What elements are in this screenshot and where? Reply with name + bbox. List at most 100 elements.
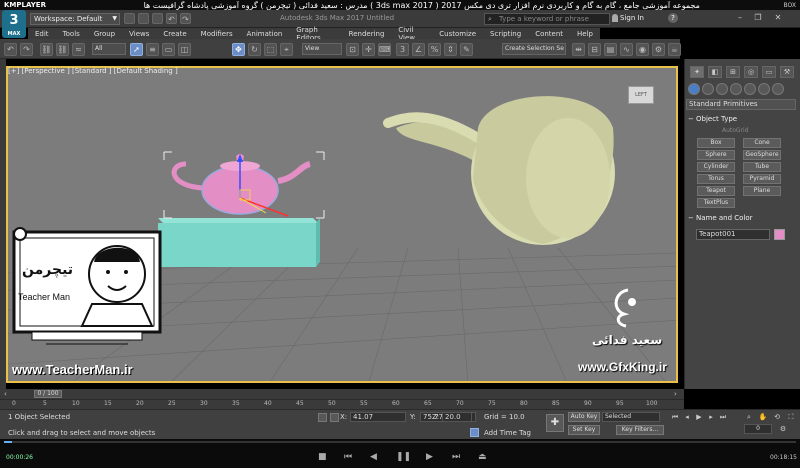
move-icon[interactable]: ✥ (232, 43, 245, 56)
pyramid-button[interactable]: Pyramid (743, 174, 781, 184)
menu-animation[interactable]: Animation (240, 30, 290, 38)
teapot-large[interactable] (383, 96, 615, 245)
redo-icon[interactable]: ↷ (180, 13, 191, 24)
track-bar[interactable] (0, 399, 684, 409)
x-coordinate-field[interactable]: 41.07 (350, 412, 406, 422)
align-icon[interactable]: ⊟ (588, 43, 601, 56)
cylinder-button[interactable]: Cylinder (697, 162, 735, 172)
selection-region-icon[interactable]: ▭ (162, 43, 175, 56)
auto-key-button[interactable]: Auto Key (568, 412, 600, 422)
redo-icon[interactable]: ↷ (20, 43, 33, 56)
pivot-icon[interactable]: ⊡ (346, 43, 359, 56)
layer-explorer-icon[interactable]: ▤ (604, 43, 617, 56)
time-tag-icon[interactable] (470, 428, 479, 437)
menu-views[interactable]: Views (122, 30, 156, 38)
sphere-button[interactable]: Sphere (697, 150, 735, 160)
menu-edit[interactable]: Edit (28, 30, 56, 38)
player-prev-icon[interactable]: ⏮ (344, 452, 352, 462)
object-color-swatch[interactable] (774, 229, 785, 240)
menu-tools[interactable]: Tools (56, 30, 87, 38)
name-color-rollout[interactable]: − Name and Color (688, 213, 796, 223)
menu-content[interactable]: Content (528, 30, 570, 38)
search-input[interactable]: ⌕ Type a keyword or phrase (484, 13, 610, 25)
display-tab-icon[interactable]: ▭ (762, 66, 776, 78)
geosphere-button[interactable]: GeoSphere (743, 150, 781, 160)
space-warps-icon[interactable] (758, 83, 770, 95)
workspace-dropdown[interactable]: Workspace: Default ▼ (30, 13, 120, 25)
unlink-icon[interactable]: ⛓ (56, 43, 69, 56)
keyboard-shortcut-icon[interactable]: ⌨ (378, 43, 391, 56)
player-stop-icon[interactable]: ■ (318, 452, 327, 462)
menu-create[interactable]: Create (156, 30, 193, 38)
set-key-button[interactable]: Set Key (568, 425, 600, 435)
hierarchy-tab-icon[interactable]: ⊞ (726, 66, 740, 78)
player-forward-icon[interactable]: ▶ (426, 452, 433, 462)
spinner-snap-icon[interactable]: ⇕ (444, 43, 457, 56)
box-object[interactable] (158, 218, 320, 267)
box-button[interactable]: Box (697, 138, 735, 148)
curve-editor-icon[interactable]: ∿ (620, 43, 633, 56)
undo-icon[interactable]: ↶ (4, 43, 17, 56)
teapot-selected[interactable] (171, 154, 311, 215)
menu-modifiers[interactable]: Modifiers (194, 30, 240, 38)
utilities-tab-icon[interactable]: ⚒ (780, 66, 794, 78)
key-selection-dropdown[interactable]: Selected (602, 412, 660, 422)
render-icon[interactable]: ☕ (668, 43, 681, 56)
go-to-end-icon[interactable]: ⏭ (718, 412, 728, 422)
open-file-icon[interactable] (138, 13, 149, 24)
save-file-icon[interactable] (152, 13, 163, 24)
menu-group[interactable]: Group (87, 30, 122, 38)
object-type-rollout[interactable]: − Object Type (688, 114, 796, 124)
menu-scripting[interactable]: Scripting (483, 30, 528, 38)
sign-in-link[interactable]: Sign In (620, 14, 644, 22)
menu-rendering[interactable]: Rendering (342, 30, 392, 38)
player-eject-icon[interactable]: ⏏ (478, 452, 487, 462)
maximize-viewport-icon[interactable]: ⛶ (786, 412, 796, 422)
reference-coordinate-dropdown[interactable]: View (302, 43, 342, 55)
render-setup-icon[interactable]: ⚙ (652, 43, 665, 56)
menu-customize[interactable]: Customize (432, 30, 483, 38)
viewcube[interactable]: LEFT (628, 86, 654, 104)
selection-filter-dropdown[interactable]: All (92, 43, 126, 55)
systems-icon[interactable] (772, 83, 784, 95)
z-coordinate-field[interactable]: 20.0 (442, 412, 472, 422)
playback-progress[interactable] (4, 441, 796, 443)
torus-button[interactable]: Torus (697, 174, 735, 184)
isolate-selection-icon[interactable] (318, 413, 327, 422)
key-filters-button[interactable]: Key Filters... (616, 425, 664, 435)
material-editor-icon[interactable]: ◉ (636, 43, 649, 56)
plane-button[interactable]: Plane (743, 186, 781, 196)
tube-button[interactable]: Tube (743, 162, 781, 172)
select-link-icon[interactable]: ⛓ (40, 43, 53, 56)
textplus-button[interactable]: TextPlus (697, 198, 735, 208)
bind-space-warp-icon[interactable]: ≈ (72, 43, 85, 56)
chevron-right-icon[interactable]: › (674, 390, 682, 398)
application-button[interactable]: 3 MAX (2, 10, 26, 38)
mirror-icon[interactable]: ⇹ (572, 43, 585, 56)
next-frame-icon[interactable]: ▸ (706, 412, 716, 422)
select-object-icon[interactable]: ➚ (130, 43, 143, 56)
viewport-label[interactable]: [+] [Perspective ] [Standard ] [Default … (8, 67, 178, 75)
player-box-label[interactable]: BOX (784, 2, 800, 9)
add-time-tag-button[interactable]: Add Time Tag (484, 429, 531, 437)
set-key-mode-icon[interactable]: ✚ (546, 414, 564, 432)
zoom-icon[interactable]: ⌕ (744, 412, 754, 422)
teapot-button[interactable]: Teapot (697, 186, 735, 196)
player-rewind-icon[interactable]: ◀ (370, 452, 377, 462)
help-icon[interactable]: ? (668, 13, 678, 23)
play-icon[interactable]: ▶ (694, 412, 704, 422)
shapes-icon[interactable] (702, 83, 714, 95)
object-name-field[interactable]: Teapot001 (696, 229, 770, 240)
angle-snap-icon[interactable]: ∠ (412, 43, 425, 56)
snap-3d-icon[interactable]: 3 (396, 43, 409, 56)
select-manipulate-icon[interactable]: ✛ (362, 43, 375, 56)
scale-icon[interactable]: ⬚ (264, 43, 277, 56)
previous-frame-icon[interactable]: ◂ (682, 412, 692, 422)
create-tab-icon[interactable]: ✦ (690, 66, 704, 78)
time-slider[interactable] (0, 389, 684, 399)
place-icon[interactable]: ⌖ (280, 43, 293, 56)
close-icon[interactable]: ✕ (772, 13, 784, 23)
modify-tab-icon[interactable]: ◧ (708, 66, 722, 78)
orbit-icon[interactable]: ⟲ (772, 412, 782, 422)
percent-snap-icon[interactable]: % (428, 43, 441, 56)
